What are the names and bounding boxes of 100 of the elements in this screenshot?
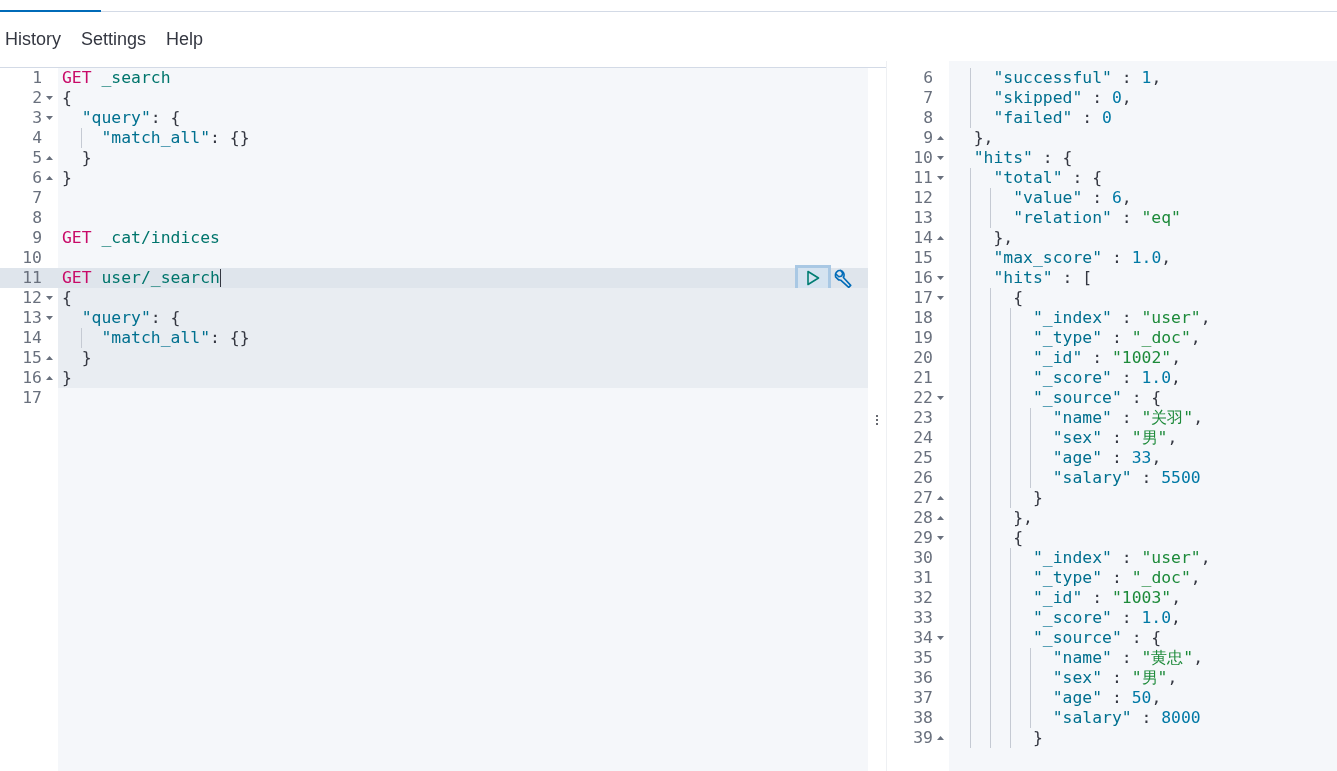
code-line: GET _cat/indices xyxy=(62,228,220,248)
fold-icon[interactable] xyxy=(936,296,944,300)
wrench-icon[interactable] xyxy=(833,268,853,288)
fold-icon[interactable] xyxy=(936,276,944,280)
code-line: "age" : 50, xyxy=(1051,688,1162,708)
fold-icon[interactable] xyxy=(45,96,53,100)
code-line: "salary" : 8000 xyxy=(1051,708,1201,728)
fold-icon[interactable] xyxy=(936,736,944,740)
code-line: { xyxy=(1012,528,1024,548)
code-line: "_index" : "user", xyxy=(1031,308,1211,328)
line-number: 18 xyxy=(912,308,933,328)
request-editor[interactable]: 1 GET _search 2 { 3 "query": { 4 "match_all": {} 5 } 6 } 7 8 9 GET _cat/indices 10 11 GET user/_search 12 { 13 "query": { 14 "match_all": {} 15 } 16 } 17 xyxy=(0,68,868,771)
line-number: 31 xyxy=(912,568,933,588)
fold-icon[interactable] xyxy=(45,176,53,180)
line-number: 8 xyxy=(922,108,933,128)
line-number: 28 xyxy=(912,508,933,528)
line-number: 34 xyxy=(912,628,933,648)
line-number: 2 xyxy=(31,88,42,108)
code-line: "_type" : "_doc", xyxy=(1031,328,1201,348)
line-number: 10 xyxy=(912,148,933,168)
code-line: "sex" : "男", xyxy=(1051,428,1178,448)
line-number: 9 xyxy=(31,228,42,248)
code-line: } xyxy=(80,148,92,168)
code-line: "skipped" : 0, xyxy=(992,88,1132,108)
fold-icon[interactable] xyxy=(936,136,944,140)
code-line: "value" : 6, xyxy=(1012,188,1132,208)
code-line: } xyxy=(1031,488,1043,508)
line-number: 7 xyxy=(922,88,933,108)
send-request-button[interactable] xyxy=(795,265,831,291)
line-number: 17 xyxy=(912,288,933,308)
code-line: "age" : 33, xyxy=(1051,448,1162,468)
code-line: "name" : "关羽", xyxy=(1051,408,1204,428)
line-number: 13 xyxy=(912,208,933,228)
line-number: 11 xyxy=(912,168,933,188)
code-line: }, xyxy=(992,228,1014,248)
code-line: "_type" : "_doc", xyxy=(1031,568,1201,588)
fold-icon[interactable] xyxy=(936,516,944,520)
code-line: } xyxy=(1031,728,1043,748)
code-line: "name" : "黄忠", xyxy=(1051,648,1204,668)
line-number: 13 xyxy=(21,308,42,328)
line-number: 14 xyxy=(912,228,933,248)
fold-icon[interactable] xyxy=(45,356,53,360)
code-line: "_score" : 1.0, xyxy=(1031,608,1181,628)
code-line: "query": { xyxy=(80,308,181,328)
fold-icon[interactable] xyxy=(936,176,944,180)
code-line: "salary" : 5500 xyxy=(1051,468,1201,488)
line-number: 7 xyxy=(31,188,42,208)
fold-icon[interactable] xyxy=(936,396,944,400)
fold-icon[interactable] xyxy=(45,156,53,160)
code-line: "_id" : "1003", xyxy=(1031,588,1181,608)
line-number: 39 xyxy=(912,728,933,748)
code-line: "max_score" : 1.0, xyxy=(992,248,1172,268)
code-line: } xyxy=(62,368,72,388)
line-number: 16 xyxy=(21,368,42,388)
code-line: GET _search xyxy=(62,68,171,88)
code-line: "_source" : { xyxy=(1031,388,1162,408)
code-line: "_index" : "user", xyxy=(1031,548,1211,568)
fold-icon[interactable] xyxy=(45,376,53,380)
code-line: "_source" : { xyxy=(1031,628,1162,648)
line-number: 3 xyxy=(31,108,42,128)
menu-item[interactable]: Settings xyxy=(71,25,157,54)
line-number: 8 xyxy=(31,208,42,228)
line-number: 21 xyxy=(912,368,933,388)
line-number: 11 xyxy=(21,268,42,288)
line-number: 37 xyxy=(912,688,933,708)
line-number: 35 xyxy=(912,648,933,668)
line-number: 10 xyxy=(21,248,42,268)
line-number: 19 xyxy=(912,328,933,348)
code-line: { xyxy=(1012,288,1024,308)
code-line: "query": { xyxy=(80,108,181,128)
line-number: 14 xyxy=(21,328,42,348)
line-number: 4 xyxy=(31,128,42,148)
code-line: "relation" : "eq" xyxy=(1012,208,1181,228)
line-number: 25 xyxy=(912,448,933,468)
code-line: "failed" : 0 xyxy=(992,108,1112,128)
code-line: "_id" : "1002", xyxy=(1031,348,1181,368)
line-number: 6 xyxy=(922,68,933,88)
fold-icon[interactable] xyxy=(45,116,53,120)
code-line: "hits" : [ xyxy=(992,268,1093,288)
fold-icon[interactable] xyxy=(936,156,944,160)
line-number: 26 xyxy=(912,468,933,488)
fold-icon[interactable] xyxy=(936,236,944,240)
line-number: 29 xyxy=(912,528,933,548)
menu-item[interactable]: Help xyxy=(156,25,214,54)
code-line: } xyxy=(62,168,72,188)
line-number: 23 xyxy=(912,408,933,428)
fold-icon[interactable] xyxy=(45,296,53,300)
fold-icon[interactable] xyxy=(45,316,53,320)
line-number: 1 xyxy=(31,68,42,88)
code-line: { xyxy=(62,288,72,308)
fold-icon[interactable] xyxy=(936,536,944,540)
menu-item[interactable]: History xyxy=(0,25,71,54)
code-line: { xyxy=(62,88,72,108)
fold-icon[interactable] xyxy=(936,636,944,640)
fold-icon[interactable] xyxy=(936,496,944,500)
code-line: }, xyxy=(972,128,994,148)
line-number: 36 xyxy=(912,668,933,688)
code-line: "match_all": {} xyxy=(100,328,250,348)
line-number: 27 xyxy=(912,488,933,508)
code-line: }, xyxy=(1012,508,1033,528)
